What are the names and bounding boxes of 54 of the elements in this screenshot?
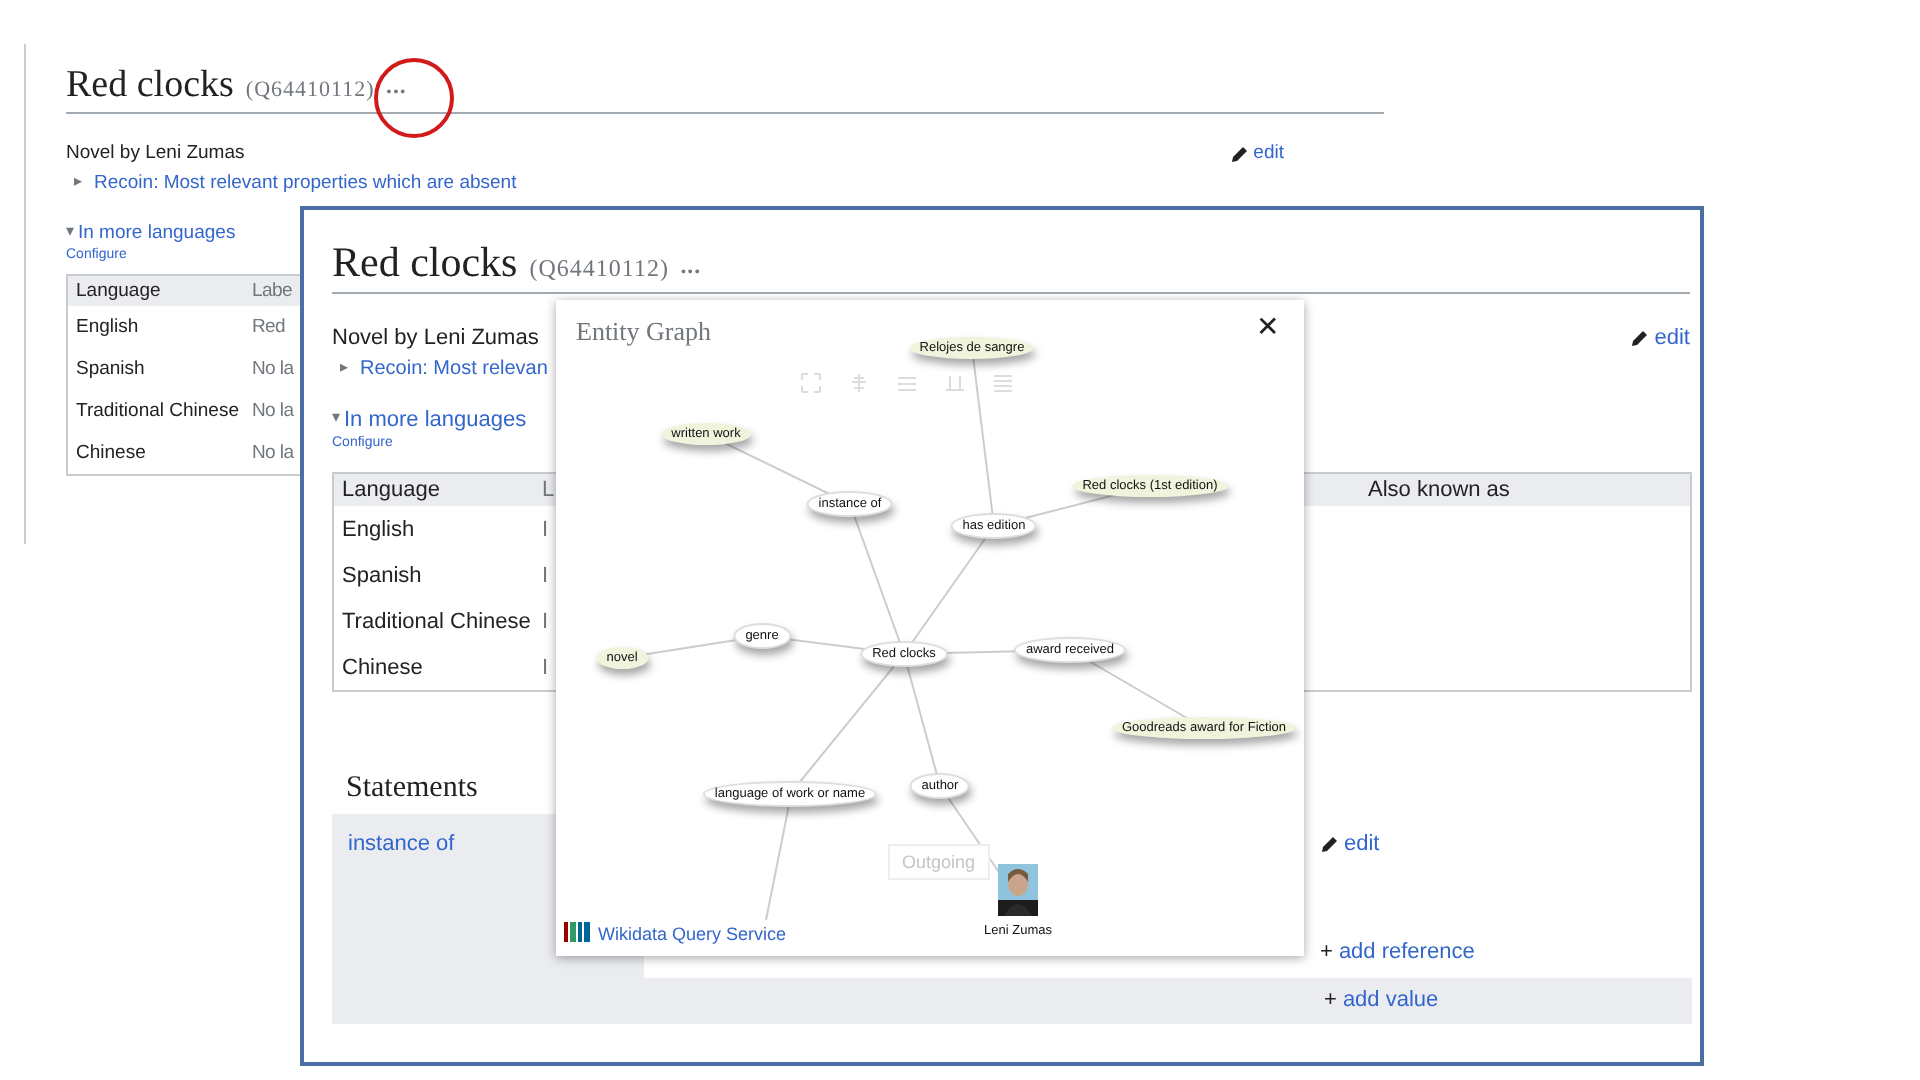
description: Novel by Leni Zumas — [66, 142, 245, 164]
table-cell: Chinese — [342, 655, 423, 679]
table-cell: Chinese — [76, 442, 146, 464]
entity-id: (Q64410112) — [529, 254, 669, 284]
close-button[interactable]: ✕ — [1256, 310, 1280, 342]
description: Novel by Leni Zumas — [332, 326, 539, 350]
barcode-logo-icon — [564, 922, 592, 942]
collapse-arrow[interactable]: ▾ — [66, 222, 74, 244]
dialog-title: Entity Graph — [576, 316, 712, 348]
add-value-link[interactable]: + add value — [1324, 988, 1439, 1012]
table-cell: Traditional Chinese — [342, 609, 531, 633]
table-cell: Spanish — [76, 358, 145, 380]
align-icon[interactable] — [896, 372, 918, 394]
column-header: Labe — [252, 280, 292, 302]
recoin-link[interactable]: Recoin: Most relevant properties which are absent — [94, 172, 517, 194]
collapse-arrow[interactable]: ▾ — [332, 408, 340, 432]
page-title: Red clocks — [66, 64, 234, 108]
table-cell: No la — [252, 358, 294, 380]
menu-icon[interactable] — [992, 372, 1014, 394]
table-cell: I — [542, 609, 549, 633]
languages-link[interactable]: In more languages — [78, 222, 236, 244]
expand-arrow[interactable]: ▸ — [332, 358, 348, 380]
table-cell: Traditional Chinese — [76, 400, 239, 422]
table-cell: Spanish — [342, 563, 422, 587]
column-header: Language — [342, 478, 440, 502]
table-cell: English — [76, 316, 139, 338]
table-cell: I — [542, 517, 549, 541]
pencil-icon — [1630, 328, 1651, 348]
column-header: L — [542, 478, 555, 502]
table-cell: No la — [252, 400, 294, 422]
layout-icon[interactable] — [848, 372, 870, 394]
column-header: Language — [76, 280, 161, 302]
table-cell: I — [542, 563, 549, 587]
edit-link[interactable]: edit — [1320, 814, 1692, 856]
table-cell: I — [542, 655, 549, 679]
section-heading: Statements — [346, 772, 478, 806]
fullscreen-icon[interactable] — [800, 372, 822, 394]
column-header: Also known as — [1368, 478, 1510, 502]
service-link[interactable]: Wikidata Query Service — [564, 922, 791, 946]
property-link[interactable]: instance of — [348, 832, 455, 856]
add-reference-link[interactable]: + add reference — [1320, 940, 1692, 978]
languages-link[interactable]: In more languages — [344, 408, 527, 432]
expand-arrow[interactable]: ▸ — [66, 172, 82, 194]
edit-link[interactable]: edit — [1229, 142, 1284, 164]
table-cell: No la — [252, 442, 294, 464]
pencil-icon — [1229, 143, 1250, 163]
table-cell: English — [342, 517, 415, 541]
recoin-link[interactable]: Recoin: Most relevan — [360, 358, 548, 380]
entity-id: (Q64410112) — [245, 78, 375, 102]
annotation-circle — [372, 56, 456, 140]
table-cell: Red — [252, 316, 286, 338]
page-title: Red clocks — [332, 238, 518, 288]
edit-link[interactable]: edit — [1630, 326, 1690, 350]
pencil-icon — [1320, 834, 1340, 854]
